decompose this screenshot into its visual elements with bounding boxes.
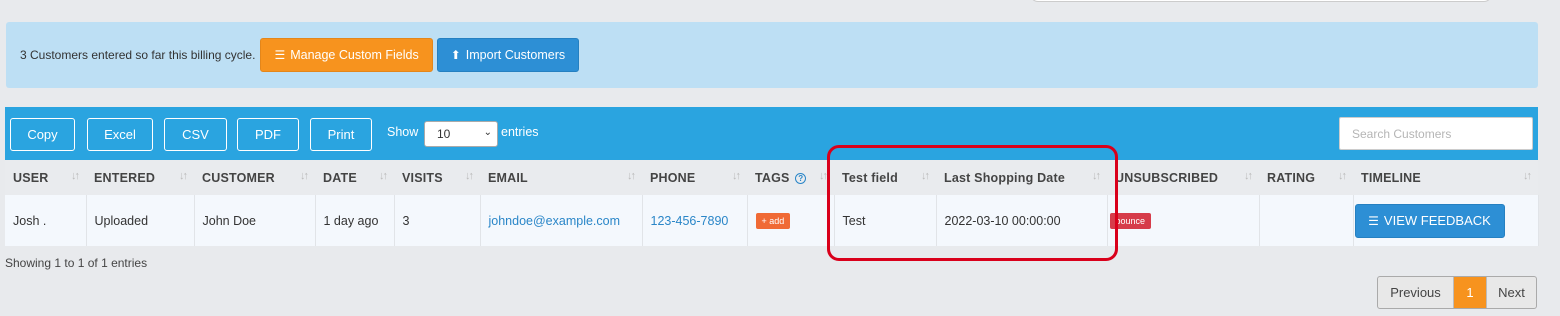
list-icon: ☰ xyxy=(274,48,286,62)
cell-customer: John Doe xyxy=(194,195,316,246)
column-header-date[interactable]: DATE ↓↑ xyxy=(315,160,394,195)
previous-page-button[interactable]: Previous xyxy=(1378,277,1454,308)
print-button[interactable]: Print xyxy=(310,118,372,151)
sort-icon: ↓↑ xyxy=(1338,170,1347,182)
search-customers-input[interactable]: Search Customers xyxy=(1339,117,1533,150)
column-header-visits[interactable]: VISITS ↓↑ xyxy=(394,160,480,195)
column-header-label: TIMELINE xyxy=(1361,170,1421,185)
billing-info-bar: 3 Customers entered so far this billing … xyxy=(6,22,1538,88)
column-header-label: ENTERED xyxy=(94,170,156,185)
view-feedback-label: VIEW FEEDBACK xyxy=(1383,213,1491,228)
cell-tags: + add xyxy=(747,195,835,246)
cell-unsubscribed: bounce xyxy=(1107,195,1260,246)
column-header-label: RATING xyxy=(1267,170,1316,185)
chevron-down-icon: ⌄ xyxy=(483,127,492,138)
table-row: Josh . Uploaded John Doe 1 day ago 3 joh… xyxy=(5,195,1539,246)
column-header-label: CUSTOMER xyxy=(202,170,275,185)
show-label: Show xyxy=(387,125,419,139)
cell-last-shopping-date: 2022-03-10 00:00:00 xyxy=(936,195,1108,246)
column-header-label: UNSUBSCRIBED xyxy=(1115,170,1219,185)
sort-icon: ↓↑ xyxy=(300,170,309,182)
list-icon: ☰ xyxy=(1368,213,1379,228)
column-header-test-field[interactable]: Test field ↓↑ xyxy=(834,160,936,195)
column-header-timeline[interactable]: TIMELINE ↓↑ xyxy=(1353,160,1538,195)
column-header-label: Test field xyxy=(842,170,898,185)
customers-table: USER ↓↑ ENTERED ↓↑ CUSTOMER ↓↑ DATE ↓↑ VISIT… xyxy=(5,160,1539,246)
entries-info-text: Showing 1 to 1 of 1 entries xyxy=(5,256,148,270)
sort-icon: ↓↑ xyxy=(179,170,188,182)
entries-select-value: 10 xyxy=(437,127,451,141)
page-1-button[interactable]: 1 xyxy=(1454,277,1486,308)
sort-icon: ↓↑ xyxy=(379,170,388,182)
next-page-button[interactable]: Next xyxy=(1486,277,1536,308)
column-header-phone[interactable]: PHONE ↓↑ xyxy=(642,160,747,195)
column-header-label: DATE xyxy=(323,170,357,185)
entries-select[interactable]: 10 ⌄ xyxy=(424,121,498,147)
column-header-customer[interactable]: CUSTOMER ↓↑ xyxy=(194,160,315,195)
view-feedback-button[interactable]: ☰ VIEW FEEDBACK xyxy=(1354,203,1505,238)
table-toolbar: Copy Excel CSV PDF Print Show 10 ⌄ entri… xyxy=(5,107,1538,160)
sort-icon: ↓↑ xyxy=(1092,170,1101,182)
column-header-label: EMAIL xyxy=(488,170,528,185)
cell-timeline: ☰ VIEW FEEDBACK xyxy=(1353,195,1539,246)
cell-user: Josh . xyxy=(5,195,87,246)
cell-test-field: Test xyxy=(834,195,937,246)
column-header-rating[interactable]: RATING ↓↑ xyxy=(1259,160,1353,195)
bounce-badge: bounce xyxy=(1109,212,1152,229)
column-header-user[interactable]: USER ↓↑ xyxy=(5,160,86,195)
sort-icon: ↓↑ xyxy=(627,170,636,182)
import-customers-button[interactable]: ⬆ Import Customers xyxy=(436,38,580,72)
pagination: Previous 1 Next xyxy=(1377,276,1537,309)
column-header-tags[interactable]: TAGS ? ↓↑ xyxy=(747,160,834,195)
cell-date: 1 day ago xyxy=(315,195,395,246)
column-header-label: Last Shopping Date xyxy=(944,170,1065,185)
cell-visits: 3 xyxy=(394,195,481,246)
sort-icon: ↓↑ xyxy=(465,170,474,182)
csv-button[interactable]: CSV xyxy=(164,118,227,151)
cell-email-link[interactable]: johndoe@example.com xyxy=(480,195,643,246)
upload-icon: ⬆ xyxy=(450,48,461,62)
column-header-label: TAGS xyxy=(755,170,790,185)
column-header-label: PHONE xyxy=(650,170,696,185)
sort-icon: ↓↑ xyxy=(732,170,741,182)
import-customers-label: Import Customers xyxy=(465,48,566,62)
manage-custom-fields-label: Manage Custom Fields xyxy=(290,48,419,62)
column-header-unsubscribed[interactable]: UNSUBSCRIBED ↓↑ xyxy=(1107,160,1259,195)
column-header-email[interactable]: EMAIL ↓↑ xyxy=(480,160,642,195)
copy-button[interactable]: Copy xyxy=(10,118,75,151)
sort-icon: ↓↑ xyxy=(71,170,80,182)
sort-icon: ↓↑ xyxy=(921,170,930,182)
sort-icon: ↓↑ xyxy=(819,170,828,182)
pdf-button[interactable]: PDF xyxy=(237,118,299,151)
sort-icon: ↓↑ xyxy=(1244,170,1253,182)
cell-rating xyxy=(1259,195,1354,246)
billing-info-text: 3 Customers entered so far this billing … xyxy=(20,48,256,62)
add-tag-button[interactable]: + add xyxy=(755,212,791,229)
cell-entered: Uploaded xyxy=(86,195,195,246)
top-search-input[interactable] xyxy=(1030,0,1492,2)
sort-icon: ↓↑ xyxy=(1523,170,1532,182)
column-header-label: USER xyxy=(13,170,49,185)
table-header-row: USER ↓↑ ENTERED ↓↑ CUSTOMER ↓↑ DATE ↓↑ VISIT… xyxy=(5,160,1538,195)
question-icon[interactable]: ? xyxy=(795,172,807,184)
excel-button[interactable]: Excel xyxy=(87,118,153,151)
manage-custom-fields-button[interactable]: ☰ Manage Custom Fields xyxy=(260,38,433,72)
column-header-last-shopping-date[interactable]: Last Shopping Date ↓↑ xyxy=(936,160,1107,195)
column-header-entered[interactable]: ENTERED ↓↑ xyxy=(86,160,194,195)
column-header-label: VISITS xyxy=(402,170,443,185)
entries-label: entries xyxy=(501,125,539,139)
cell-phone-link[interactable]: 123-456-7890 xyxy=(642,195,748,246)
